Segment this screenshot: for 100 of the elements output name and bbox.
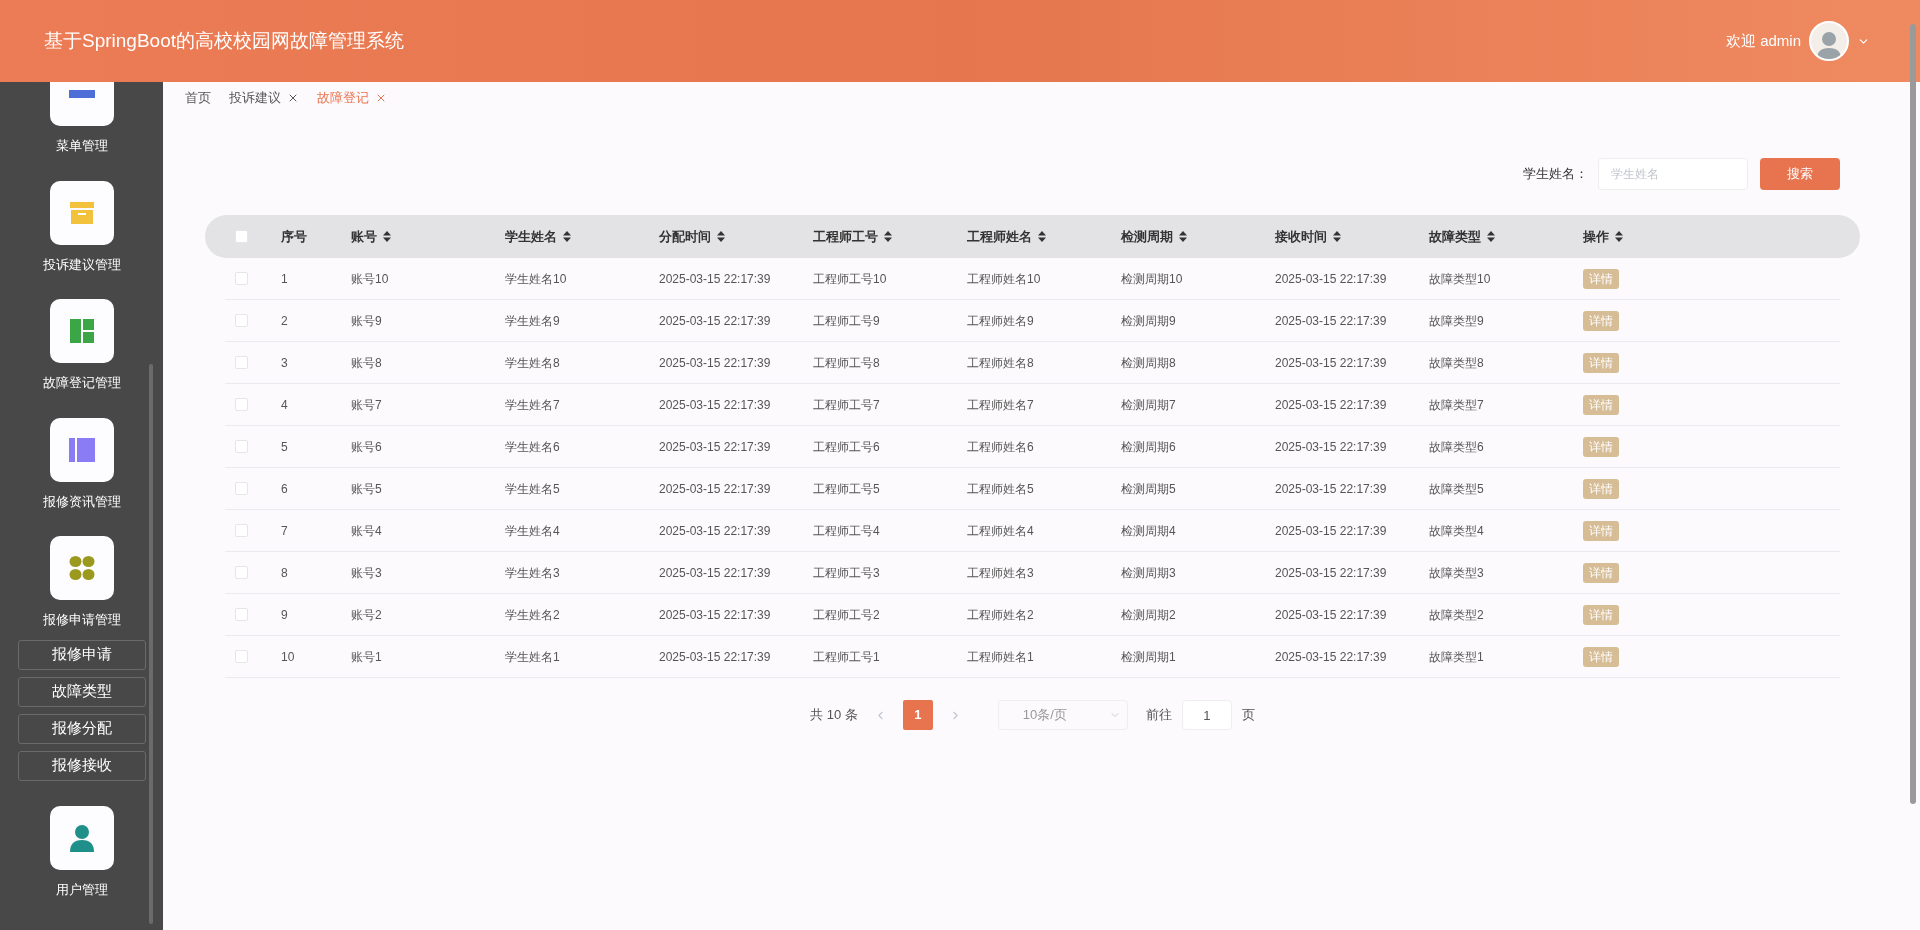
menu-label[interactable]: 菜单管理	[55, 136, 108, 156]
table-cell: 3	[281, 355, 288, 370]
column-header[interactable]: 检测周期	[1121, 226, 1187, 247]
table-cell: 学生姓名7	[505, 397, 560, 412]
table-cell: 故障类型6	[1429, 439, 1484, 454]
menu-label[interactable]: 故障登记管理	[42, 373, 121, 393]
sort-icon[interactable]	[1038, 231, 1046, 242]
menu-label[interactable]: 报修资讯管理	[42, 491, 121, 511]
table-cell: 2025-03-15 22:17:39	[1275, 313, 1387, 328]
checkbox[interactable]	[235, 482, 248, 495]
table-cell: 2025-03-15 22:17:39	[659, 355, 771, 370]
table-cell: 工程师姓名3	[967, 565, 1034, 580]
checkbox[interactable]	[235, 398, 248, 411]
menu-icon-tile[interactable]	[49, 299, 114, 363]
sort-icon[interactable]	[563, 231, 571, 242]
table-cell: 检测周期6	[1121, 439, 1176, 454]
app-title: 基于SpringBoot的高校校园网故障管理系统	[44, 28, 404, 53]
page-input[interactable]: 1	[1181, 700, 1232, 730]
checkbox[interactable]	[235, 650, 248, 663]
page-tab[interactable]: 首页	[185, 88, 211, 108]
submenu-item[interactable]: 报修分配	[17, 713, 146, 744]
table-cell: 账号5	[351, 481, 382, 496]
table-cell: 2025-03-15 22:17:39	[1275, 607, 1387, 622]
sort-icon[interactable]	[717, 231, 725, 242]
table-cell: 工程师工号6	[813, 439, 880, 454]
table-cell: 检测周期7	[1121, 397, 1176, 412]
table-cell: 故障类型4	[1429, 523, 1484, 538]
checkbox[interactable]	[235, 230, 248, 243]
table-cell: 工程师姓名1	[967, 649, 1034, 664]
table-cell: 10	[281, 649, 295, 664]
submenu-item[interactable]: 报修申请	[17, 639, 146, 670]
checkbox[interactable]	[235, 524, 248, 537]
menu-icon-tile[interactable]	[49, 180, 114, 245]
table-cell: 2025-03-15 22:17:39	[659, 649, 771, 664]
sidebar-scrollbar[interactable]	[149, 364, 153, 924]
table-cell: 工程师工号9	[813, 313, 880, 328]
submenu-item[interactable]: 故障类型	[17, 676, 146, 707]
menu-icon-tile[interactable]	[49, 805, 114, 870]
table-cell: 检测周期2	[1121, 607, 1176, 622]
table-cell: 账号1	[351, 649, 382, 664]
close-icon[interactable]	[287, 92, 299, 104]
table-cell: 检测周期8	[1121, 355, 1176, 370]
sort-icon[interactable]	[1179, 231, 1187, 242]
checkbox[interactable]	[235, 440, 248, 453]
sort-icon[interactable]	[1487, 231, 1495, 242]
total-count: 共 10 条	[810, 706, 858, 725]
table-cell: 7	[281, 523, 288, 538]
submenu-item[interactable]: 报修接收	[17, 750, 146, 781]
table-cell: 检测周期1	[1121, 649, 1176, 664]
table-cell: 2025-03-15 22:17:39	[1275, 271, 1387, 286]
page-scrollbar[interactable]	[1910, 24, 1916, 804]
column-header[interactable]: 账号	[351, 226, 391, 247]
table-cell: 工程师姓名6	[967, 439, 1034, 454]
column-header[interactable]: 工程师工号	[813, 226, 892, 247]
table-cell: 学生姓名10	[505, 271, 567, 286]
column-header[interactable]: 故障类型	[1429, 226, 1495, 247]
table-cell: 工程师工号1	[813, 649, 880, 664]
menu-label[interactable]: 投诉建议管理	[42, 254, 121, 274]
avatar[interactable]	[1809, 21, 1849, 61]
table-cell: 故障类型10	[1429, 271, 1491, 286]
column-header[interactable]: 序号	[281, 226, 307, 247]
table-cell: 1	[281, 271, 288, 286]
menu-icon-tile[interactable]	[49, 417, 114, 482]
table-cell: 工程师姓名5	[967, 481, 1034, 496]
checkbox[interactable]	[235, 356, 248, 369]
column-header[interactable]: 分配时间	[659, 226, 725, 247]
column-header[interactable]: 工程师姓名	[967, 226, 1046, 247]
sort-icon[interactable]	[1333, 231, 1341, 242]
table-cell: 账号6	[351, 439, 382, 454]
column-header[interactable]: 学生姓名	[505, 226, 571, 247]
checkbox[interactable]	[235, 272, 248, 285]
checkbox[interactable]	[235, 566, 248, 579]
checkbox[interactable]	[235, 608, 248, 621]
page-tab[interactable]: 投诉建议	[229, 88, 299, 108]
goto-label: 前往	[1145, 706, 1172, 725]
table-cell: 故障类型5	[1429, 481, 1484, 496]
table-cell: 2025-03-15 22:17:39	[1275, 649, 1387, 664]
table-cell: 2025-03-15 22:17:39	[659, 313, 771, 328]
search-label: 学生姓名：	[1523, 165, 1588, 184]
column-header[interactable]: 操作	[1583, 226, 1623, 247]
column-header[interactable]: 接收时间	[1275, 226, 1341, 247]
table-cell: 检测周期4	[1121, 523, 1176, 538]
sort-icon[interactable]	[383, 231, 391, 242]
checkbox[interactable]	[235, 314, 248, 327]
sort-icon[interactable]	[884, 231, 892, 242]
search-field[interactable]: 学生姓名	[1598, 158, 1748, 190]
table-cell: 工程师工号4	[813, 523, 880, 538]
table-cell: 账号8	[351, 355, 382, 370]
menu-icon-tile[interactable]	[49, 536, 114, 600]
table-cell: 2025-03-15 22:17:39	[1275, 481, 1387, 496]
table-cell: 检测周期9	[1121, 313, 1176, 328]
menu-label[interactable]: 用户管理	[55, 879, 108, 899]
table-cell: 工程师工号3	[813, 565, 880, 580]
table-cell: 故障类型3	[1429, 565, 1484, 580]
layout-panels-icon	[69, 319, 94, 343]
four-petal-icon	[68, 555, 95, 581]
table-cell: 2025-03-15 22:17:39	[1275, 565, 1387, 580]
menu-label[interactable]: 报修申请管理	[42, 610, 121, 630]
sort-icon[interactable]	[1615, 231, 1623, 242]
table-cell: 2025-03-15 22:17:39	[659, 565, 771, 580]
